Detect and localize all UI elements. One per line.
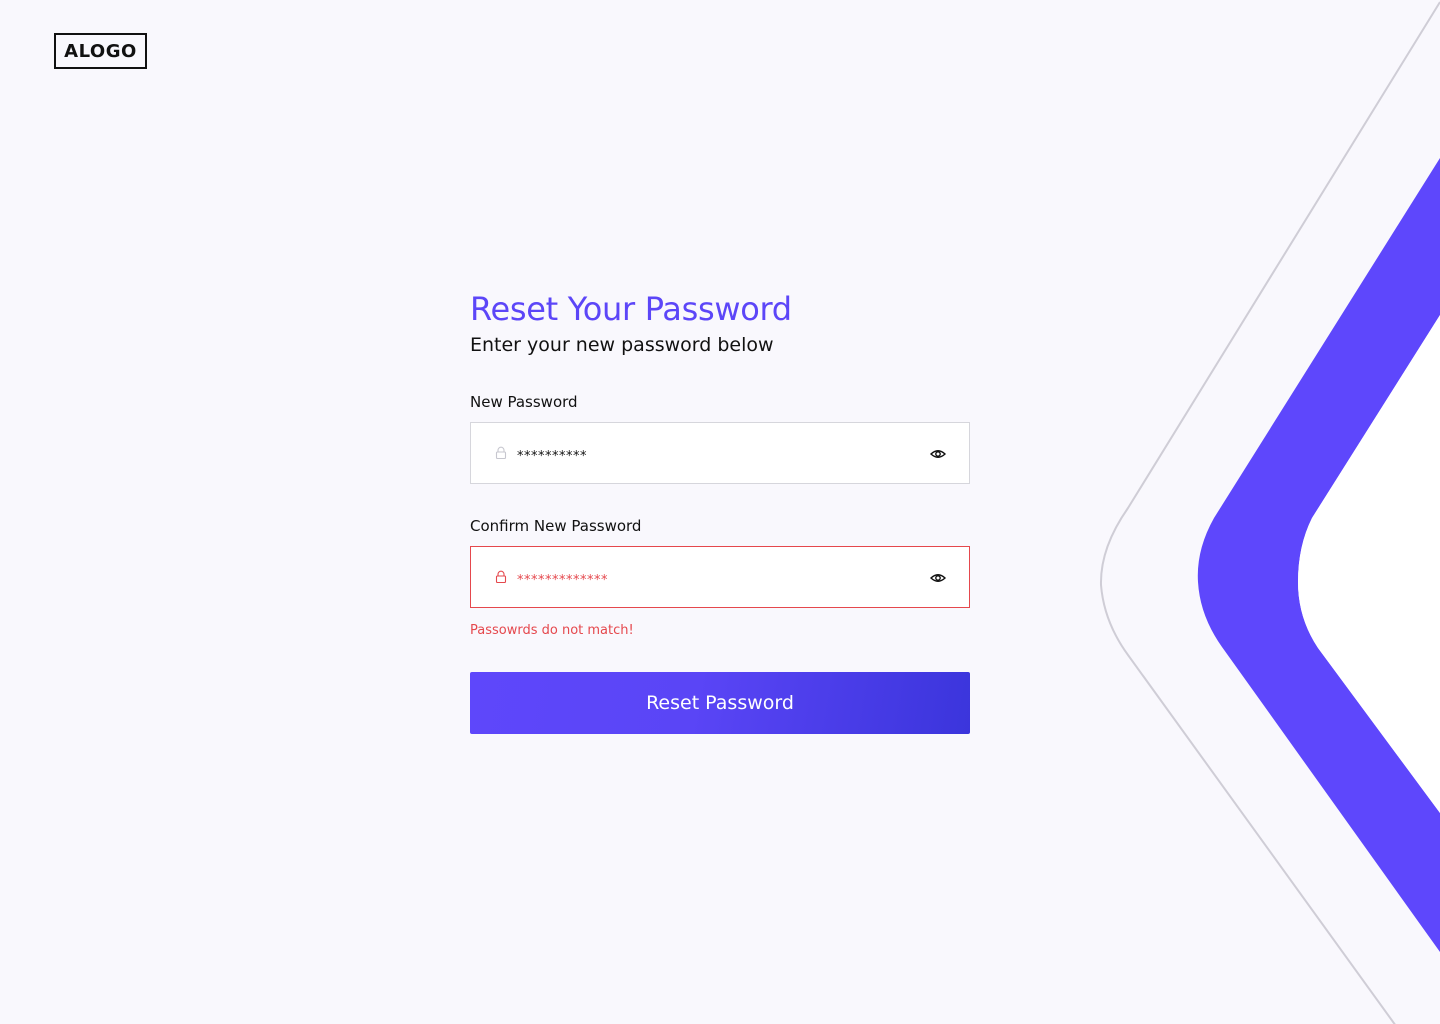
confirm-password-field[interactable]: ************* (470, 546, 970, 608)
new-password-field[interactable]: ********** (470, 422, 970, 484)
new-password-value: ********** (517, 449, 587, 464)
lock-icon (495, 446, 507, 460)
page-subtitle: Enter your new password below (470, 334, 774, 356)
new-password-label: New Password (470, 393, 578, 411)
eye-icon[interactable] (929, 445, 947, 463)
page-title: Reset Your Password (470, 290, 792, 328)
reset-password-form: Reset Your Password Enter your new passw… (470, 288, 970, 734)
reset-password-button[interactable]: Reset Password (470, 672, 970, 734)
background-chevron-decoration (1099, 1, 1440, 1024)
confirm-password-label: Confirm New Password (470, 517, 642, 535)
brand-logo[interactable]: ALOGO (54, 33, 147, 69)
reset-password-page: ALOGO Reset Your Password Enter your new… (0, 0, 1440, 1024)
password-mismatch-error: Passowrds do not match! (470, 623, 634, 638)
eye-icon[interactable] (929, 569, 947, 587)
confirm-password-value: ************* (517, 573, 608, 588)
lock-icon (495, 570, 507, 584)
